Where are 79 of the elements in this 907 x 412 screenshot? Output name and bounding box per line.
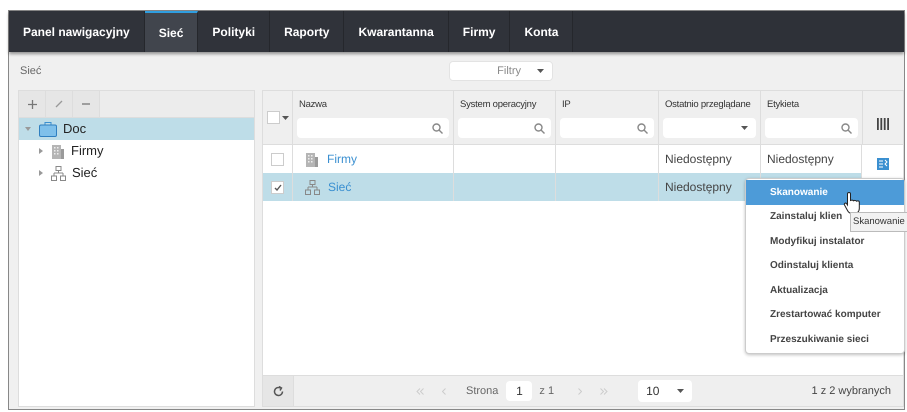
- page-count: z 1: [539, 384, 554, 399]
- column-header[interactable]: System operacyjny: [458, 98, 536, 112]
- column-header[interactable]: Etykieta: [765, 98, 799, 112]
- tree-item[interactable]: Sieć: [33, 162, 254, 184]
- nav-tab[interactable]: Panel nawigacyjny: [9, 11, 145, 52]
- column-filter-dropdown[interactable]: [663, 118, 756, 138]
- tree-label: Sieć: [72, 164, 98, 182]
- filter-dropdown[interactable]: Filtry: [449, 61, 553, 81]
- building-icon: [51, 144, 65, 158]
- page-label: Strona: [466, 384, 498, 399]
- tooltip: Skanowanie: [850, 212, 907, 232]
- menu-item[interactable]: Zrestartować komputer: [746, 302, 904, 327]
- caret-icon: [741, 126, 748, 130]
- column-filter-field[interactable]: [765, 118, 858, 138]
- tree-item[interactable]: Firmy: [33, 140, 254, 162]
- caret-icon: [282, 116, 288, 120]
- search-icon: [637, 122, 648, 134]
- nav-tab[interactable]: Raporty: [270, 11, 344, 52]
- breadcrumb: Sieć: [20, 64, 42, 79]
- search-icon: [841, 122, 852, 134]
- last-page-icon[interactable]: [600, 388, 608, 394]
- minus-icon: [82, 103, 90, 105]
- select-all-checkbox[interactable]: [266, 111, 280, 124]
- collapsed-icon[interactable]: [39, 170, 43, 176]
- check-icon: [274, 184, 282, 190]
- collapsed-icon[interactable]: [39, 148, 43, 154]
- search-icon: [432, 122, 443, 134]
- nav-tab[interactable]: Sieć: [144, 11, 198, 52]
- page-field[interactable]: 1: [506, 381, 532, 401]
- table-cell-text: Niedostępny: [767, 151, 834, 168]
- menu-item[interactable]: Modyfikuj instalator: [746, 229, 904, 254]
- list-icon[interactable]: [876, 158, 888, 170]
- column-filter-field[interactable]: [458, 118, 551, 138]
- menu-item[interactable]: Odinstaluj klienta: [746, 254, 904, 278]
- expanded-icon[interactable]: [25, 127, 31, 131]
- building-icon: [305, 152, 319, 166]
- pencil-icon: [55, 100, 63, 108]
- first-page-icon[interactable]: [416, 388, 424, 394]
- column-header[interactable]: Ostatnio przeglądane: [663, 98, 751, 112]
- table-cell-text: Niedostępny: [665, 151, 732, 168]
- caret-icon: [537, 69, 544, 73]
- column-header[interactable]: Nazwa: [297, 98, 327, 112]
- caret-icon: [677, 389, 684, 393]
- column-filter-field[interactable]: [297, 118, 449, 138]
- add-button[interactable]: [19, 91, 46, 117]
- tree-label: Firmy: [71, 142, 104, 160]
- tree-item[interactable]: Doc: [19, 118, 254, 140]
- nav-tab[interactable]: Konta: [510, 11, 574, 52]
- tree-label: Doc: [63, 120, 86, 138]
- network-icon: [51, 166, 66, 180]
- menu-item-label: Aktualizacja: [770, 284, 828, 298]
- network-icon: [305, 180, 320, 194]
- menu-item-label: Modyfikuj instalator: [770, 234, 864, 249]
- menu-item-label: Przeszukiwanie sieci: [770, 332, 869, 347]
- next-page-icon[interactable]: [578, 388, 582, 394]
- previous-page-icon[interactable]: [442, 388, 446, 394]
- nav-tab[interactable]: Kwarantanna: [344, 11, 449, 52]
- columns-icon[interactable]: [877, 118, 889, 130]
- nav-tab[interactable]: Firmy: [448, 11, 510, 52]
- page-size-dropdown[interactable]: 10: [638, 380, 692, 402]
- menu-item[interactable]: Przeszukiwanie sieci: [746, 327, 904, 352]
- selection-count: 1 z 2 wybranych: [812, 384, 891, 399]
- hand-cursor-icon: [843, 191, 863, 215]
- menu-item-label: Odinstaluj klienta: [770, 259, 854, 274]
- column-filter-field[interactable]: [560, 118, 654, 138]
- refresh-icon: [272, 386, 284, 396]
- row-checkbox[interactable]: [271, 180, 284, 194]
- menu-item[interactable]: Aktualizacja: [746, 278, 904, 302]
- menu-item-label: Zrestartować komputer: [770, 308, 881, 322]
- table-cell-text: Niedostępny: [665, 179, 732, 196]
- menu-item-label: Skanowanie: [770, 186, 828, 200]
- row-checkbox[interactable]: [271, 152, 284, 166]
- refresh-button[interactable]: [263, 376, 294, 406]
- nav-tab[interactable]: Polityki: [198, 11, 270, 52]
- plus-icon: [28, 100, 36, 108]
- search-icon: [534, 122, 545, 134]
- remove-button[interactable]: [73, 91, 100, 117]
- briefcase-icon: [39, 122, 57, 136]
- column-header[interactable]: IP: [560, 98, 571, 112]
